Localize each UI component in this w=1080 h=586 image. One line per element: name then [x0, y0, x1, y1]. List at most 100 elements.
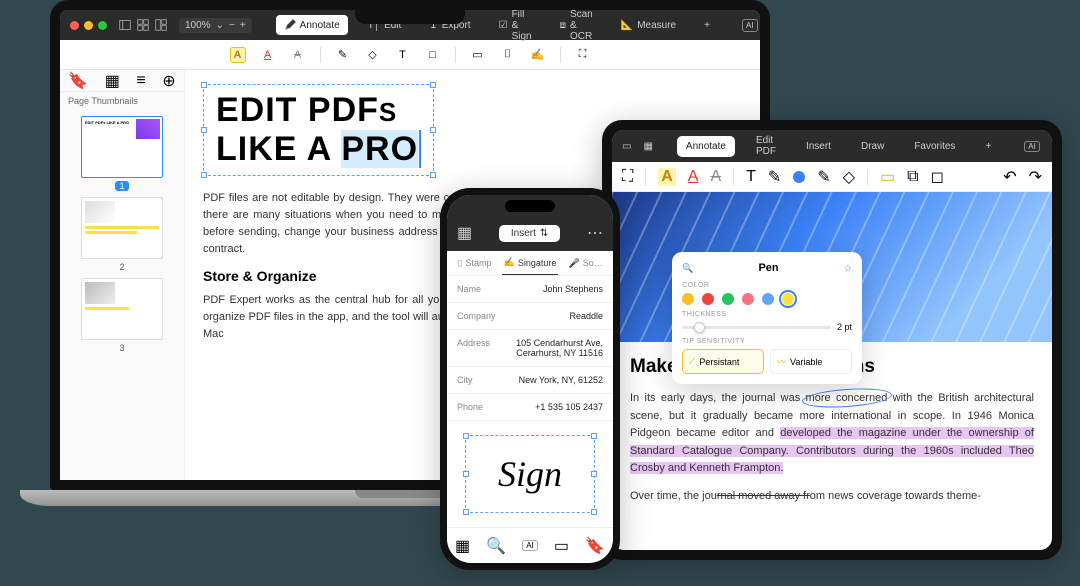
color-selected[interactable] — [782, 293, 794, 305]
color-red[interactable] — [702, 293, 714, 305]
color-blue[interactable] — [793, 171, 805, 183]
ul-red[interactable]: A — [688, 168, 699, 186]
note-tool[interactable]: ▭ — [470, 47, 486, 63]
grid-icon[interactable] — [137, 19, 149, 31]
tip-variable[interactable]: 〰Variable — [770, 349, 852, 374]
sidebar-toggle-icon[interactable]: ▭ — [622, 141, 631, 152]
insert-button[interactable]: Insert⇅ — [499, 225, 560, 242]
tab-signature[interactable]: ✍Singature — [502, 251, 559, 275]
ipad-tab-fav[interactable]: Favorites — [905, 136, 964, 157]
tab-sound[interactable]: 🎤So… — [558, 251, 613, 275]
thickness-label: THICKNESS — [682, 311, 852, 318]
outline-icon[interactable]: ≡ — [136, 72, 145, 90]
search-icon[interactable]: 🔍 — [682, 263, 693, 274]
row-name[interactable]: NameJohn Stephens — [447, 276, 613, 303]
grid-icon[interactable]: ▦ — [643, 141, 652, 152]
ipad-tab-annotate[interactable]: Annotate — [677, 136, 735, 157]
tip-persistent[interactable]: ⟋Persistant — [682, 349, 764, 374]
add-icon[interactable]: ⊕ — [162, 71, 175, 91]
ai-icon[interactable]: AI — [742, 19, 758, 32]
ipad-tab-insert[interactable]: Insert — [797, 136, 840, 157]
thumb-2[interactable]: 2 — [81, 197, 163, 272]
zoom-control[interactable]: 100% ⌄ − + — [179, 18, 252, 33]
eraser-icon[interactable]: ◇ — [843, 167, 855, 187]
minimize-dot[interactable] — [84, 21, 93, 30]
highlight-tool[interactable]: A — [230, 47, 246, 63]
thumbs-icon[interactable]: ▦ — [455, 536, 470, 556]
layout-icon[interactable] — [155, 19, 167, 31]
tab-stamp[interactable]: ⌷Stamp — [447, 251, 502, 275]
row-company[interactable]: CompanyReaddle — [447, 303, 613, 330]
tab-measure[interactable]: 📐 Measure — [613, 16, 684, 35]
ipad-tab-edit[interactable]: Edit PDF — [747, 130, 785, 162]
text-tool[interactable]: T — [395, 47, 411, 63]
shapes-icon[interactable]: ◻ — [931, 167, 944, 187]
pen-icon[interactable]: ✎ — [817, 167, 830, 187]
eraser-tool[interactable]: ◇ — [365, 47, 381, 63]
reader-icon[interactable]: ▭ — [554, 536, 569, 556]
color-green[interactable] — [722, 293, 734, 305]
redo-icon[interactable]: ↷ — [1029, 167, 1042, 187]
maximize-dot[interactable] — [98, 21, 107, 30]
pen-popover[interactable]: 🔍 Pen ☆ COLOR THICKNESS 2 pt — [672, 252, 862, 384]
stamp-tool[interactable]: ⌷ — [500, 47, 516, 63]
color-yellow[interactable] — [682, 293, 694, 305]
view-icons[interactable] — [119, 19, 167, 31]
photo-icon[interactable]: ⧉ — [907, 168, 918, 186]
close-dot[interactable] — [70, 21, 79, 30]
signature-area[interactable]: Sign — [447, 421, 613, 527]
shape-tool[interactable]: □ — [425, 47, 441, 63]
search-icon[interactable]: 🔍 — [486, 536, 506, 556]
color-label: COLOR — [682, 282, 852, 289]
ipad-tab-draw[interactable]: Draw — [852, 136, 893, 157]
bookmark-icon[interactable]: 🔖 — [68, 71, 88, 91]
marker-icon[interactable]: ✎ — [768, 167, 781, 187]
strike-tool[interactable]: A — [290, 47, 306, 63]
thumb-3[interactable]: 3 — [81, 278, 163, 353]
window-controls[interactable] — [70, 21, 107, 30]
pen-tool[interactable]: ✎ — [335, 47, 351, 63]
star-icon[interactable]: ☆ — [844, 263, 852, 274]
row-phone[interactable]: Phone+1 535 105 2437 — [447, 394, 613, 421]
signature-box[interactable]: Sign — [465, 435, 595, 513]
row-address[interactable]: Address105 Cendarhurst Ave,Cerarhurst, N… — [447, 330, 613, 367]
zoom-value: 100% — [185, 20, 211, 31]
thumbnail-sidebar: 🔖 ▦ ≡ ⊕ Page Thumbnails EDIT PDFs LIKE A… — [60, 70, 185, 480]
mac-notch — [355, 10, 465, 24]
hl-yellow[interactable]: A — [658, 168, 676, 186]
ai-icon[interactable]: AI — [522, 540, 538, 551]
tab-annotate[interactable]: Annotate — [276, 15, 348, 35]
iphone-tabs: ⌷Stamp ✍Singature 🎤So… — [447, 251, 613, 276]
tab-scanocr[interactable]: ⧈ Scan & OCR — [552, 5, 601, 46]
tab-fillsign[interactable]: ☑ Fill & Sign — [491, 5, 540, 46]
thickness-slider[interactable] — [682, 326, 831, 329]
crop-tool-icon[interactable]: ⛶ — [622, 168, 633, 186]
underline-tool[interactable]: A — [260, 47, 276, 63]
text-tool[interactable]: T — [746, 168, 756, 186]
sig-tool[interactable]: ✍ — [530, 47, 546, 63]
bookmark-icon[interactable]: 🔖 — [585, 536, 605, 556]
note-icon[interactable]: ▭ — [880, 167, 895, 187]
headline-selection[interactable]: EDIT PDFS LIKE A PRO — [203, 84, 434, 176]
crop-tool[interactable]: ⛶ — [575, 47, 591, 63]
ai-icon[interactable]: AI — [1024, 141, 1040, 152]
thumbs-icon[interactable]: ▦ — [105, 71, 120, 91]
back-icon[interactable]: ▦ — [457, 223, 472, 243]
signature-text: Sign — [498, 453, 562, 495]
strike-tool[interactable]: A — [710, 168, 721, 186]
sidebar-icon[interactable] — [119, 19, 131, 31]
more-icon[interactable]: ⋯ — [587, 223, 603, 243]
sidebar-title: Page Thumbnails — [60, 92, 184, 110]
ipad-tab-add[interactable]: + — [976, 136, 1000, 157]
color-coral[interactable] — [742, 293, 754, 305]
thumb-1[interactable]: EDIT PDFs LIKE A PRO 1 — [81, 116, 163, 191]
tab-add[interactable]: + — [696, 16, 718, 35]
row-city[interactable]: CityNew York, NY, 61252 — [447, 367, 613, 394]
zoom-out[interactable]: − — [229, 20, 235, 31]
article-p2: Over time, the journal moved away from n… — [630, 488, 1034, 506]
form-rows: NameJohn Stephens CompanyReaddle Address… — [447, 276, 613, 421]
undo-icon[interactable]: ↶ — [1003, 167, 1016, 187]
color-lblue[interactable] — [762, 293, 774, 305]
thickness-value: 2 pt — [837, 322, 852, 332]
zoom-in[interactable]: + — [240, 20, 246, 31]
